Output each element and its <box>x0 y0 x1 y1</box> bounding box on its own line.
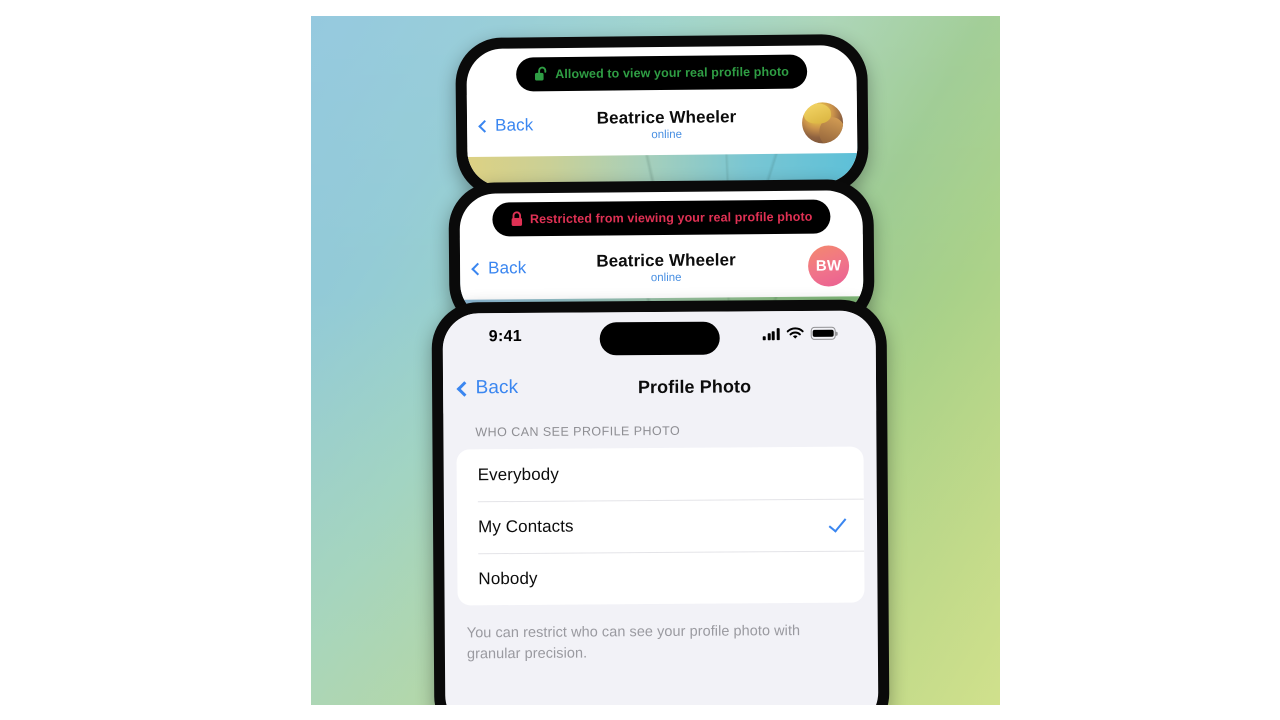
avatar-initials-label: BW <box>815 256 842 275</box>
lock-closed-icon <box>511 211 522 226</box>
list-item-nobody[interactable]: Nobody <box>457 551 864 606</box>
avatar-photo-allowed[interactable] <box>801 101 844 144</box>
unlock-open-icon <box>534 66 547 81</box>
option-label: My Contacts <box>477 516 574 537</box>
phone-mockup-settings: 9:41 Back Profile Photo WHO CAN SEE PROF… <box>431 299 890 705</box>
option-label: Everybody <box>477 464 559 485</box>
status-bar-time: 9:41 <box>488 327 523 346</box>
footer-note: You can restrict who can see your profil… <box>466 623 801 663</box>
screenshot-stage: Back Beatrice Wheeler online Allowed to … <box>311 16 1000 705</box>
contact-name-allowed: Beatrice Wheeler <box>596 106 737 128</box>
settings-navbar: Back Profile Photo <box>442 360 877 414</box>
toast-restricted: Restricted from viewing your real profil… <box>491 199 831 237</box>
contact-status-allowed: online <box>651 128 683 141</box>
section-header: WHO CAN SEE PROFILE PHOTO <box>475 423 681 440</box>
contact-status-restricted: online <box>650 271 682 284</box>
phone-screen-allowed: Back Beatrice Wheeler online Allowed to … <box>466 44 858 188</box>
cellular-bars-icon <box>762 327 780 340</box>
back-button-label: Back <box>494 115 534 135</box>
back-button-label: Back <box>475 376 519 399</box>
dynamic-island <box>599 321 720 356</box>
chat-navbar-allowed: Back Beatrice Wheeler online <box>466 90 858 158</box>
chat-title-block-restricted[interactable]: Beatrice Wheeler online <box>524 249 808 284</box>
phone-screen-settings: 9:41 Back Profile Photo WHO CAN SEE PROF… <box>442 310 879 705</box>
toast-allowed: Allowed to view your real profile photo <box>515 54 808 92</box>
checkmark-icon <box>828 513 847 533</box>
chat-title-block-allowed[interactable]: Beatrice Wheeler online <box>531 106 802 142</box>
page-title: Profile Photo <box>637 375 752 397</box>
avatar-initials-restricted[interactable]: BW <box>807 244 850 287</box>
list-item-everybody[interactable]: Everybody <box>456 447 863 502</box>
phone-mockup-allowed: Back Beatrice Wheeler online Allowed to … <box>455 33 869 199</box>
status-bar-icons <box>762 327 836 341</box>
chevron-left-icon <box>456 380 472 396</box>
toast-allowed-label: Allowed to view your real profile photo <box>555 64 790 82</box>
back-button-label: Back <box>488 258 527 278</box>
chat-navbar-restricted: Back Beatrice Wheeler online BW <box>459 234 864 300</box>
chevron-left-icon <box>471 262 484 275</box>
status-bar: 9:41 <box>442 310 876 364</box>
wifi-icon <box>786 327 804 339</box>
option-label: Nobody <box>478 568 538 589</box>
chevron-left-icon <box>478 119 491 133</box>
list-item-my-contacts[interactable]: My Contacts <box>457 499 864 554</box>
contact-name-restricted: Beatrice Wheeler <box>596 249 736 271</box>
toast-restricted-label: Restricted from viewing your real profil… <box>529 209 813 227</box>
privacy-options-list: Everybody My Contacts Nobody <box>456 446 865 606</box>
battery-full-icon <box>810 327 836 340</box>
avatar-hat-shape <box>803 102 832 124</box>
